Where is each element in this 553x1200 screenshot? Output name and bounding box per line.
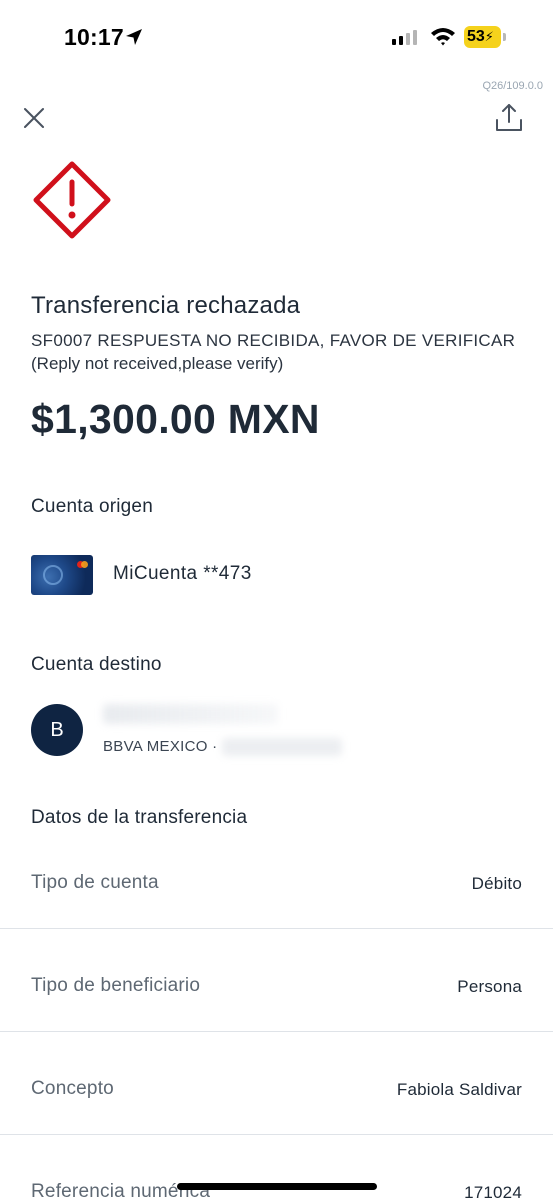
divider	[0, 1134, 553, 1135]
battery-icon: 53⚡	[464, 26, 506, 48]
destination-name-redacted	[103, 704, 278, 724]
divider	[0, 928, 553, 929]
detail-value: Fabiola Saldivar	[396, 1080, 522, 1099]
warning-diamond-icon	[33, 161, 111, 239]
avatar: B	[31, 704, 83, 756]
detail-label: Tipo de beneficiario	[31, 975, 201, 996]
destination-account-redacted	[222, 738, 342, 756]
detail-label: Concepto	[31, 1078, 114, 1099]
detail-row-concept: Concepto Fabiola Saldivar	[0, 1036, 553, 1139]
home-indicator[interactable]	[177, 1183, 377, 1190]
detail-row-beneficiary-type: Tipo de beneficiario Persona	[0, 933, 553, 1036]
close-icon	[24, 108, 44, 128]
location-arrow-icon	[126, 29, 142, 45]
detail-row-account-type: Tipo de cuenta Débito	[0, 830, 553, 933]
status-bar: 10:17 53⚡	[0, 0, 553, 76]
share-button[interactable]	[494, 102, 524, 134]
cellular-signal-icon	[392, 29, 417, 45]
card-thumbnail	[31, 555, 93, 595]
status-time: 10:17	[64, 24, 124, 50]
error-message-english: (Reply not received,please verify)	[31, 354, 284, 373]
destination-bank: BBVA MEXICO ·	[103, 738, 218, 755]
divider	[0, 1031, 553, 1032]
status-title: Transferencia rechazada	[31, 292, 301, 319]
detail-label: Tipo de cuenta	[31, 872, 159, 893]
destination-section-title: Cuenta destino	[31, 654, 162, 675]
detail-row-reference: Referencia numérica 171024	[0, 1139, 553, 1200]
card-brand-icon	[77, 561, 88, 568]
close-button[interactable]	[20, 104, 48, 132]
error-message: SF0007 RESPUESTA NO RECIBIDA, FAVOR DE V…	[31, 331, 516, 350]
origin-account: MiCuenta **473	[113, 563, 252, 584]
detail-value: Débito	[471, 874, 522, 893]
transfer-details-title: Datos de la transferencia	[31, 807, 248, 828]
wifi-icon	[431, 28, 455, 46]
share-icon	[496, 104, 522, 131]
transfer-amount: $1,300.00 MXN	[31, 396, 320, 442]
detail-value: Persona	[457, 977, 522, 996]
app-version: Q26/109.0.0	[482, 80, 543, 92]
battery-level: 53	[467, 28, 485, 45]
detail-value: 171024	[464, 1183, 522, 1200]
origin-section-title: Cuenta origen	[31, 496, 153, 517]
